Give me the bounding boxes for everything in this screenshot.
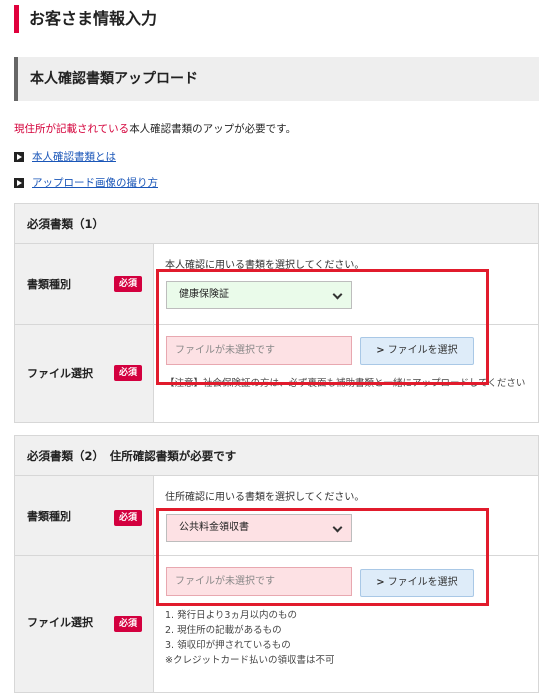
doc-type-label-cell: 書類種別 必須 (15, 476, 154, 555)
choose-file-label: ファイルを選択 (387, 345, 458, 356)
required-doc-card-1: 必須書類（1） 書類種別 必須 本人確認に用いる書類を選択してください。 健康保… (14, 203, 539, 423)
card-header: 必須書類（2） 住所確認書類が必要です (15, 436, 538, 476)
doc-type-hint: 本人確認に用いる書類を選択してください。 (165, 260, 365, 271)
arrow-bullet-icon (14, 178, 24, 188)
choose-file-button[interactable]: > ファイルを選択 (360, 337, 474, 365)
file-select-label-cell: ファイル選択 必須 (15, 325, 154, 422)
requirement-item: ※クレジットカード払いの領収書は不可 (165, 655, 335, 666)
chevron-right-icon: > (376, 577, 385, 588)
doc-type-select[interactable]: 公共料金領収書 (166, 514, 352, 542)
requirement-item: 1. 発行日より3ヵ月以内のもの (165, 610, 297, 621)
required-badge: 必須 (114, 276, 142, 292)
id-documents-link[interactable]: 本人確認書類とは (32, 150, 116, 164)
file-select-label: ファイル選択 (27, 616, 93, 629)
chevron-down-icon (332, 522, 343, 533)
file-select-field-cell: ファイルが未選択です > ファイルを選択 【注意】社会保険証の方は、必ず裏面も補助… (154, 325, 538, 422)
doc-type-selected-value: 健康保険証 (179, 289, 229, 300)
doc-type-hint: 住所確認に用いる書類を選択してください。 (165, 492, 365, 503)
requirement-item: 3. 領収印が押されているもの (165, 640, 291, 651)
required-badge: 必須 (114, 365, 142, 381)
required-doc-card-2: 必須書類（2） 住所確認書類が必要です 書類種別 必須 住所確認に用いる書類を選… (14, 435, 539, 693)
doc-type-field-cell: 住所確認に用いる書類を選択してください。 公共料金領収書 (154, 476, 538, 555)
doc-type-field-cell: 本人確認に用いる書類を選択してください。 健康保険証 (154, 244, 538, 324)
page-title: お客さま情報入力 (14, 5, 157, 33)
doc-type-label: 書類種別 (27, 278, 71, 291)
file-select-row: ファイル選択 必須 ファイルが未選択です > ファイルを選択 1. 発行日より3ヵ… (15, 556, 538, 692)
card-header: 必須書類（1） (15, 204, 538, 244)
chevron-right-icon: > (376, 345, 385, 356)
photo-guide-link[interactable]: アップロード画像の撮り方 (32, 176, 158, 190)
notice-text: 本人確認書類のアップが必要です。 (129, 123, 297, 135)
doc-type-row: 書類種別 必須 住所確認に用いる書類を選択してください。 公共料金領収書 (15, 476, 538, 556)
requirement-item: 2. 現住所の記載があるもの (165, 625, 282, 636)
file-select-label-cell: ファイル選択 必須 (15, 556, 154, 692)
file-select-field-cell: ファイルが未選択です > ファイルを選択 1. 発行日より3ヵ月以内のもの 2. … (154, 556, 538, 692)
upload-notice: 現住所が記載されている本人確認書類のアップが必要です。 (14, 122, 296, 136)
link-row-photo-guide[interactable]: アップロード画像の撮り方 (14, 176, 158, 190)
section-header: 本人確認書類アップロード (14, 57, 539, 101)
doc-type-label-cell: 書類種別 必須 (15, 244, 154, 324)
doc-type-select[interactable]: 健康保険証 (166, 281, 352, 309)
file-select-label: ファイル選択 (27, 367, 93, 380)
arrow-bullet-icon (14, 152, 24, 162)
file-note: 【注意】社会保険証の方は、必ず裏面も補助書類と一緒にアップロードしてください (165, 378, 526, 389)
required-badge: 必須 (114, 616, 142, 632)
notice-highlight: 現住所が記載されている (14, 123, 130, 135)
file-name-field[interactable]: ファイルが未選択です (166, 567, 352, 596)
requirements-list: 1. 発行日より3ヵ月以内のもの 2. 現住所の記載があるもの 3. 領収印が押… (165, 608, 334, 668)
choose-file-label: ファイルを選択 (387, 577, 458, 588)
choose-file-button[interactable]: > ファイルを選択 (360, 569, 474, 597)
file-name-field[interactable]: ファイルが未選択です (166, 336, 352, 365)
doc-type-row: 書類種別 必須 本人確認に用いる書類を選択してください。 健康保険証 (15, 244, 538, 325)
file-select-row: ファイル選択 必須 ファイルが未選択です > ファイルを選択 【注意】社会保険証の… (15, 325, 538, 422)
link-row-id-docs[interactable]: 本人確認書類とは (14, 150, 116, 164)
chevron-down-icon (332, 289, 343, 300)
doc-type-selected-value: 公共料金領収書 (179, 522, 249, 533)
required-badge: 必須 (114, 510, 142, 526)
doc-type-label: 書類種別 (27, 510, 71, 523)
